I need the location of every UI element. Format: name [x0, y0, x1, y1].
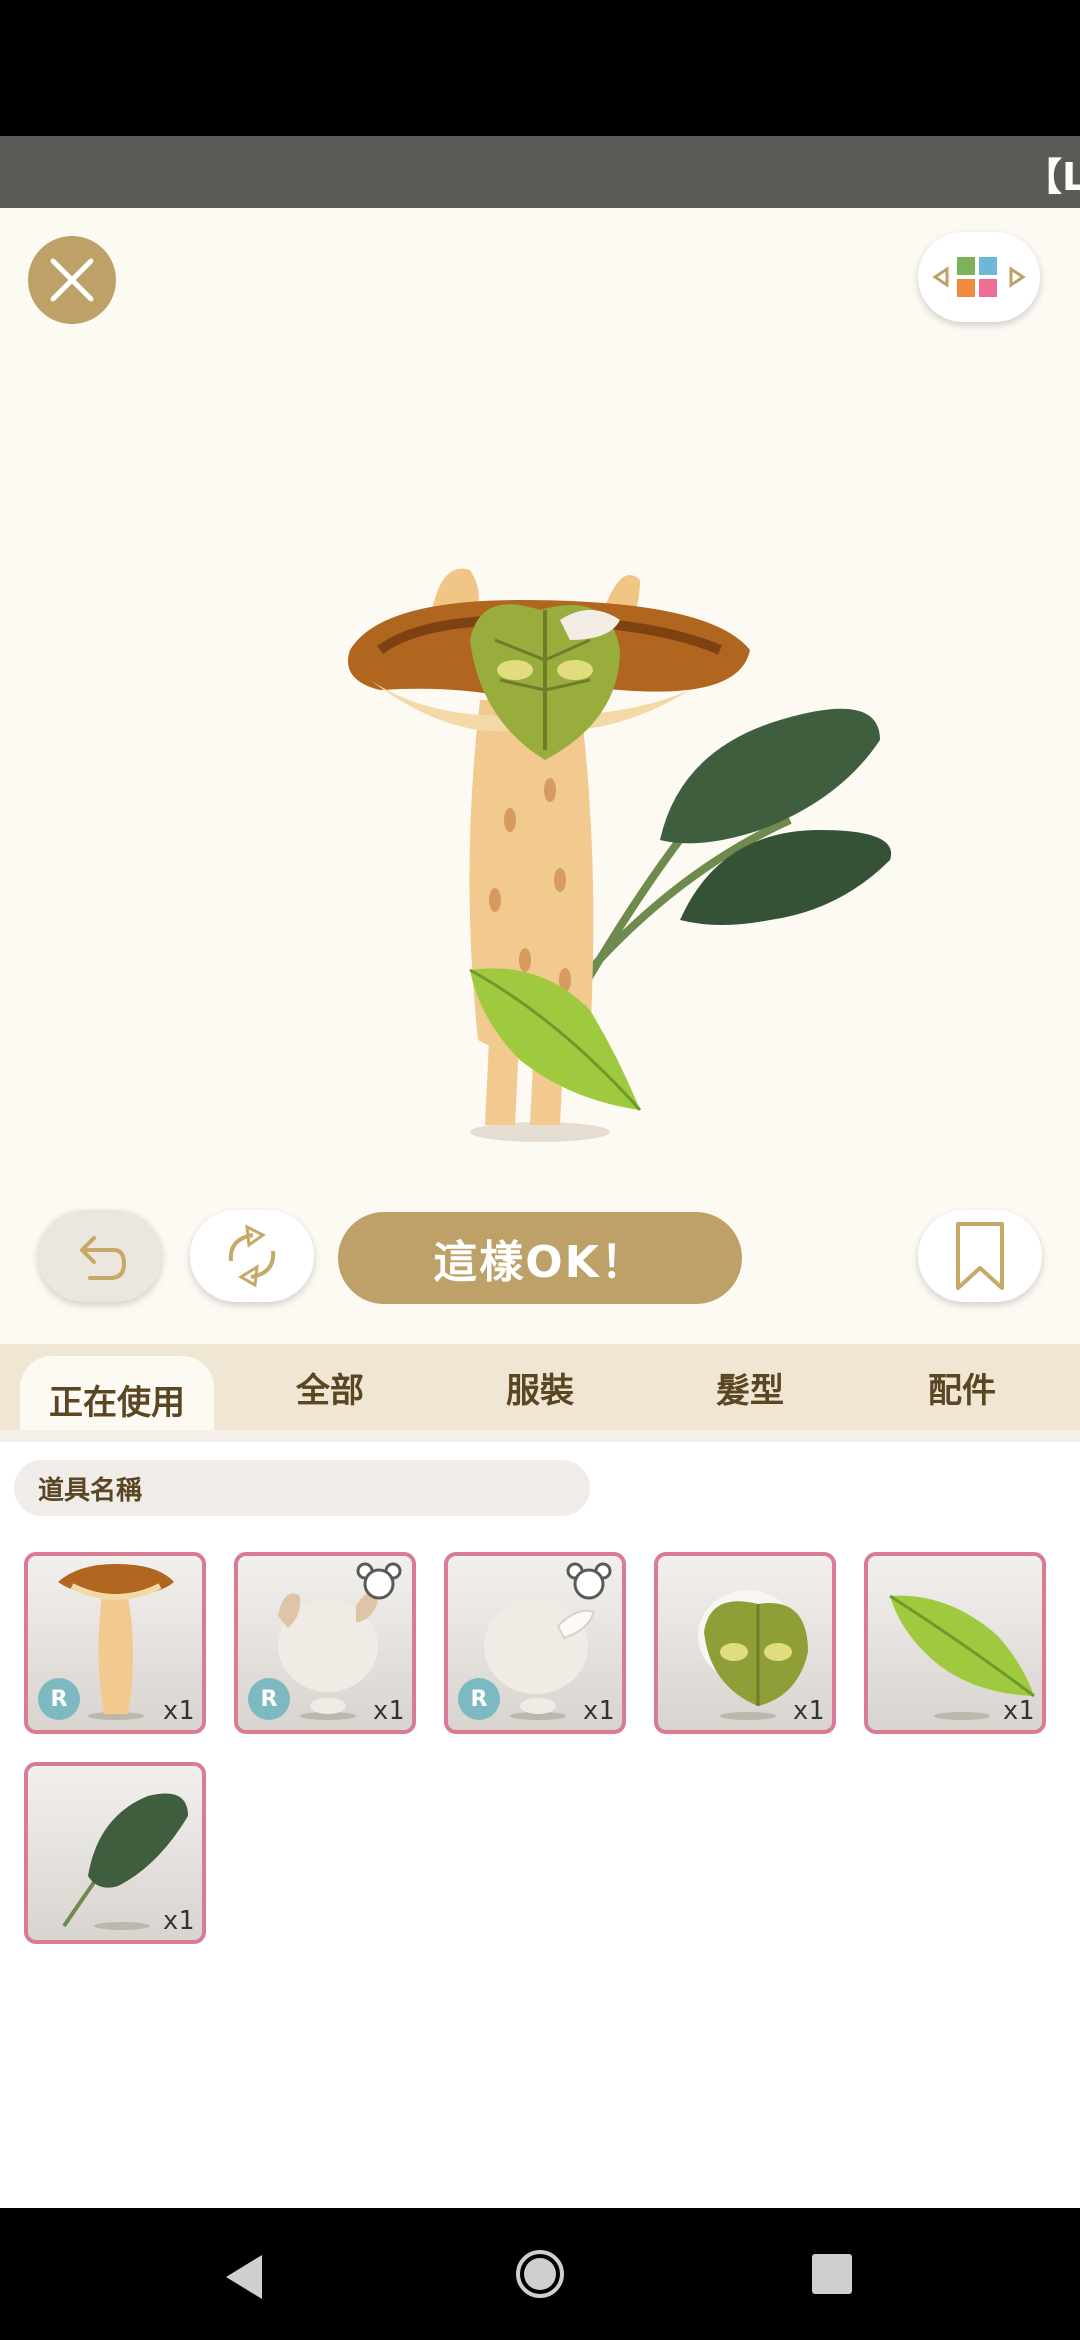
- item-quantity: x1: [1002, 1696, 1034, 1726]
- ticker-banner[interactable]: 【Li: [0, 136, 1080, 208]
- tab-hairstyle[interactable]: 髮型: [680, 1344, 820, 1430]
- ticker-text: 【Li: [1024, 155, 1080, 199]
- undo-button[interactable]: [38, 1210, 162, 1302]
- bear-icon: [356, 1562, 402, 1600]
- item-card-green-leaf[interactable]: x1: [864, 1552, 1046, 1734]
- item-card-kale-leaf[interactable]: x1: [24, 1762, 206, 1944]
- status-bar: [0, 0, 1080, 136]
- refresh-button[interactable]: [190, 1210, 314, 1302]
- bookmark-icon: [956, 1222, 1004, 1290]
- close-icon: [50, 258, 94, 302]
- item-quantity: x1: [582, 1696, 614, 1726]
- undo-icon: [80, 1236, 127, 1280]
- tab-all[interactable]: 全部: [260, 1344, 400, 1430]
- item-card-cat-ears[interactable]: R x1: [234, 1552, 416, 1734]
- bear-icon: [566, 1562, 612, 1600]
- grid-icon: [932, 257, 1026, 297]
- tab-accessory[interactable]: 配件: [892, 1344, 1032, 1430]
- back-icon[interactable]: [222, 2253, 266, 2301]
- refresh-icon: [228, 1224, 276, 1288]
- item-quantity: x1: [792, 1696, 824, 1726]
- recent-apps-icon[interactable]: [812, 2254, 852, 2294]
- item-quantity: x1: [162, 1906, 194, 1936]
- tab-outfit[interactable]: 服裝: [470, 1344, 610, 1430]
- item-card-mushroom-cap[interactable]: R x1: [24, 1552, 206, 1734]
- tab-divider: [0, 1430, 1080, 1442]
- item-quantity: x1: [372, 1696, 404, 1726]
- item-card-horn[interactable]: R x1: [444, 1552, 626, 1734]
- confirm-button[interactable]: 這樣OK！: [338, 1212, 742, 1304]
- grid-view-button[interactable]: [918, 232, 1040, 322]
- close-button[interactable]: [28, 236, 116, 324]
- item-quantity: x1: [162, 1696, 194, 1726]
- character-avatar: [348, 568, 892, 1142]
- item-card-leaf-mask[interactable]: x1: [654, 1552, 836, 1734]
- item-name-search[interactable]: 道具名稱: [14, 1460, 590, 1516]
- bookmark-button[interactable]: [918, 1210, 1042, 1302]
- rarity-badge: R: [248, 1678, 290, 1720]
- home-icon[interactable]: [514, 2248, 566, 2300]
- rarity-badge: R: [458, 1678, 500, 1720]
- rarity-badge: R: [38, 1678, 80, 1720]
